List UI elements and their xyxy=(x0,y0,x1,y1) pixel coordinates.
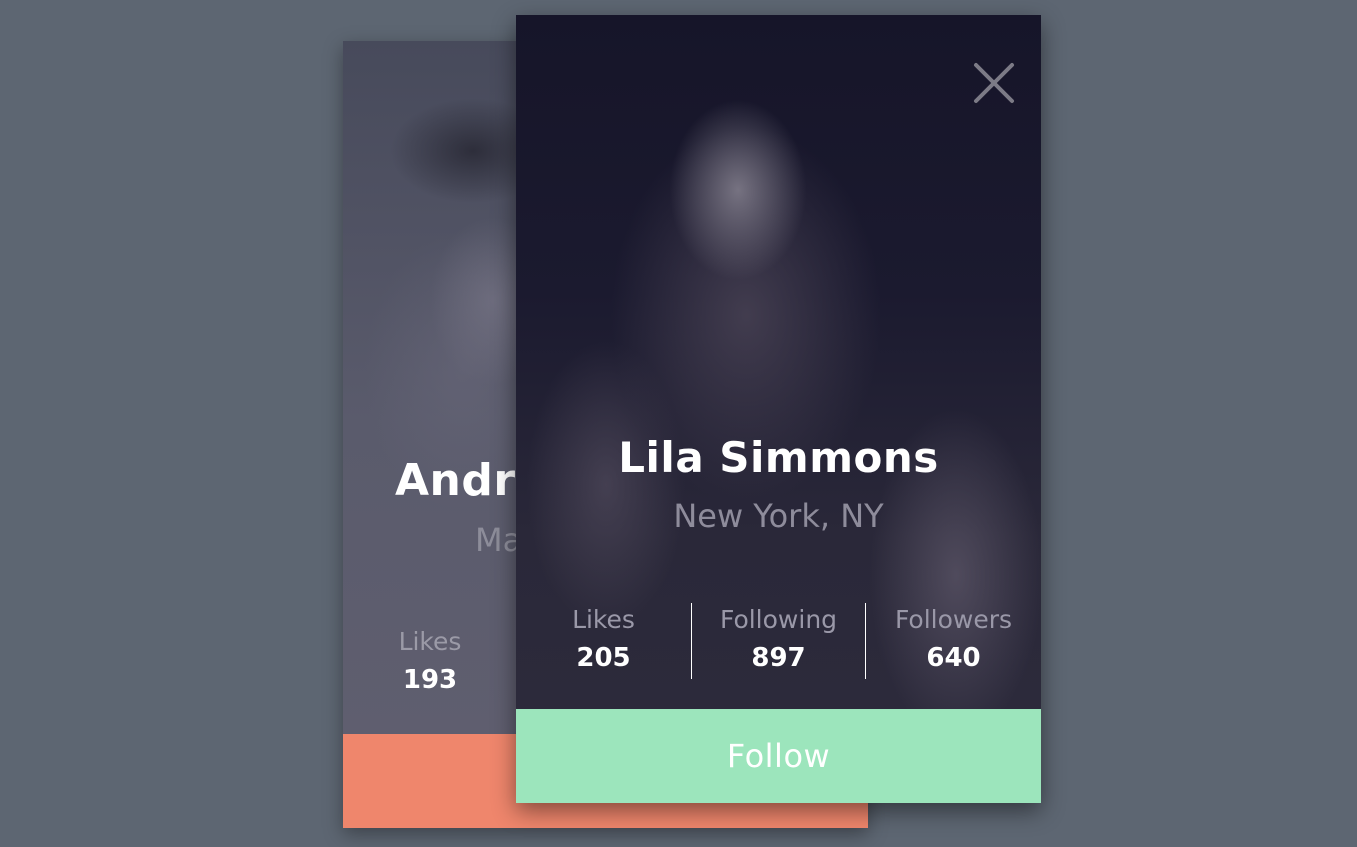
stat-value: 897 xyxy=(751,643,806,673)
profile-card-front: Lila Simmons New York, NY Likes 205 Foll… xyxy=(516,15,1041,803)
stat-value: 205 xyxy=(576,643,631,673)
profile-location: New York, NY xyxy=(673,497,884,535)
stat-label: Likes xyxy=(572,605,635,634)
likes-value-back: 193 xyxy=(402,665,458,695)
close-button[interactable] xyxy=(972,61,1016,105)
stat-likes: Likes 205 xyxy=(516,601,691,679)
stat-following: Following 897 xyxy=(691,601,866,679)
profile-name-back: Andr xyxy=(395,455,516,506)
stage: Andr Ma Likes 193 Lila Simmons New York,… xyxy=(0,0,1357,847)
stat-followers: Followers 640 xyxy=(866,601,1041,679)
stat-label: Followers xyxy=(894,605,1013,634)
stat-value: 640 xyxy=(926,643,981,673)
close-icon xyxy=(972,61,1016,105)
profile-name: Lila Simmons xyxy=(618,433,939,482)
follow-button[interactable]: Follow xyxy=(516,709,1041,803)
profile-stats: Likes 205 Following 897 Followers 640 xyxy=(516,601,1041,679)
stat-label: Following xyxy=(719,605,838,634)
likes-label-back: Likes xyxy=(398,627,462,656)
